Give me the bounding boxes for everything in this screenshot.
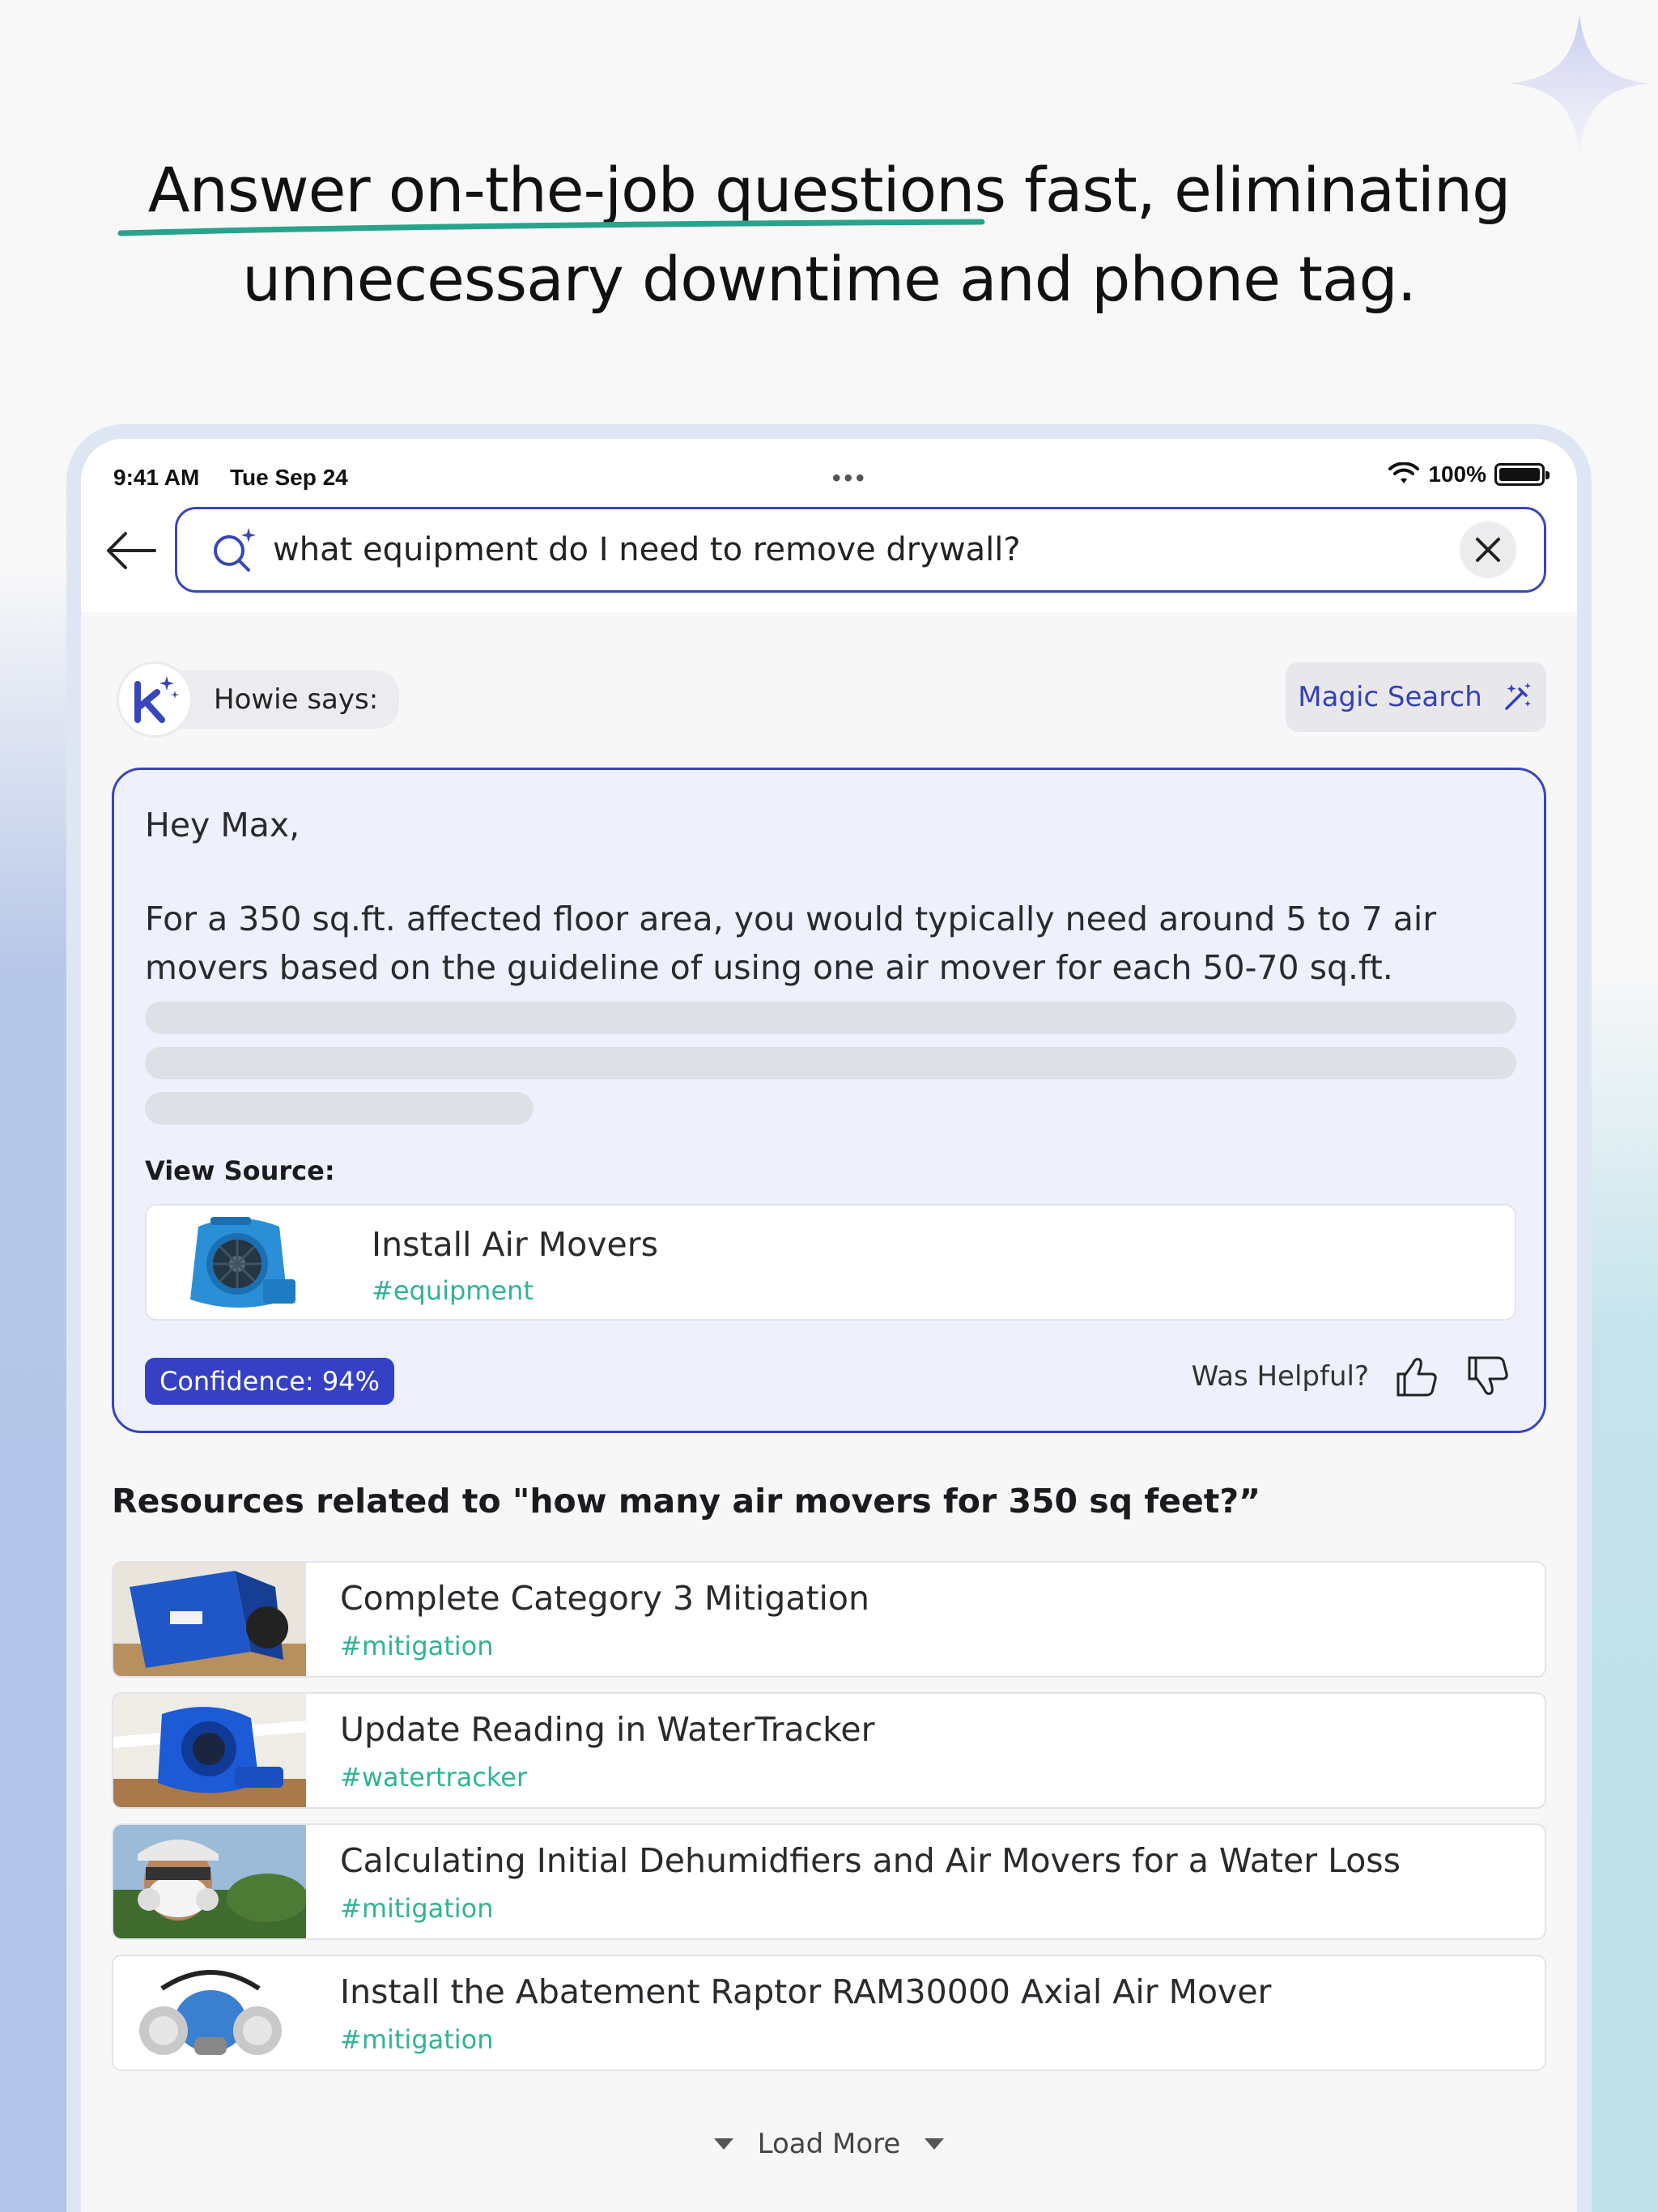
magic-search-button[interactable]: Magic Search: [1286, 662, 1546, 732]
resource-item[interactable]: Calculating Initial Dehumidfiers and Air…: [112, 1823, 1546, 1940]
resource-tag[interactable]: #mitigation: [340, 2024, 494, 2055]
brush-underline: [117, 219, 985, 236]
magic-wand-icon: [1505, 683, 1531, 710]
was-helpful-label: Was Helpful?: [1191, 1360, 1369, 1393]
resource-title: Calculating Initial Dehumidfiers and Air…: [340, 1841, 1401, 1880]
magic-search-label: Magic Search: [1298, 681, 1482, 713]
headline-line-2: unnecessary downtime and phone tag.: [242, 243, 1417, 315]
source-tag[interactable]: #equipment: [372, 1275, 534, 1306]
resource-title: Update Reading in WaterTracker: [340, 1710, 875, 1749]
feedback-row: Was Helpful?: [1192, 1353, 1511, 1400]
loading-skeleton-line: [145, 1092, 534, 1125]
status-time: 9:41 AM: [113, 465, 200, 490]
respirator-mask-thumbnail: [113, 1956, 306, 2069]
battery-percent: 100%: [1428, 462, 1486, 487]
blue-dehumidifier-thumbnail: [113, 1563, 306, 1676]
chevron-down-icon: [713, 2138, 733, 2150]
resource-item[interactable]: Install the Abatement Raptor RAM30000 Ax…: [112, 1955, 1546, 2071]
status-right: 100%: [1388, 462, 1550, 487]
app-screen: 9:41 AM Tue Sep 24 ••• 100% what equipme…: [81, 439, 1577, 2212]
ai-search-icon: [214, 528, 256, 572]
source-card[interactable]: Install Air Movers #equipment: [145, 1204, 1516, 1321]
status-date: Tue Sep 24: [230, 465, 348, 490]
back-arrow-icon[interactable]: [100, 520, 162, 581]
chevron-down-icon: [925, 2138, 945, 2150]
howie-says-label: Howie says:: [173, 670, 400, 729]
howie-logo-icon: [134, 676, 179, 723]
top-bar: 9:41 AM Tue Sep 24 ••• 100%: [81, 439, 1577, 612]
headline: Answer on-the-job questions fast, elimin…: [0, 146, 1658, 324]
loading-skeleton-line: [145, 1047, 1516, 1079]
worker-respirator-thumbnail: [113, 1825, 306, 1938]
resource-tag[interactable]: #mitigation: [340, 1893, 494, 1924]
multitasking-dots-icon[interactable]: •••: [832, 465, 868, 492]
related-resources-list: Complete Category 3 Mitigation #mitigati…: [112, 1561, 1546, 2086]
close-icon: [1476, 538, 1500, 562]
resource-tag[interactable]: #mitigation: [340, 1631, 494, 1661]
search-bar[interactable]: [175, 507, 1546, 593]
resource-item[interactable]: Complete Category 3 Mitigation #mitigati…: [112, 1561, 1546, 1678]
headline-line-1: Answer on-the-job questions fast, elimin…: [0, 146, 1658, 236]
thumbs-down-icon[interactable]: [1465, 1353, 1511, 1400]
blue-air-mover-thumbnail: [113, 1694, 306, 1807]
assistant-header: Howie says:: [117, 661, 400, 738]
loading-skeleton-line: [145, 1002, 1516, 1034]
air-mover-thumbnail: [166, 1210, 312, 1319]
related-resources-title: Resources related to "how many air mover…: [112, 1482, 1261, 1521]
view-source-label: View Source:: [145, 1155, 335, 1186]
resource-item[interactable]: Update Reading in WaterTracker #watertra…: [112, 1692, 1546, 1809]
source-title: Install Air Movers: [372, 1225, 658, 1264]
load-more-label: Load More: [757, 2128, 901, 2160]
answer-body-line-1: For a 350 sq.ft. affected floor area, yo…: [145, 900, 1437, 938]
howie-avatar: [117, 661, 193, 738]
headline-underlined-phrase: Answer on-the-job questions: [117, 146, 1006, 236]
battery-icon: [1494, 463, 1550, 486]
resource-title: Complete Category 3 Mitigation: [340, 1579, 869, 1618]
resource-title: Install the Abatement Raptor RAM30000 Ax…: [340, 1972, 1272, 2011]
load-more-button[interactable]: Load More: [81, 2128, 1577, 2160]
resource-tag[interactable]: #watertracker: [340, 1762, 527, 1793]
status-bar: 9:41 AM Tue Sep 24 ••• 100%: [113, 452, 1550, 496]
headline-rest-text: fast, eliminating: [1005, 154, 1511, 226]
clear-search-button[interactable]: [1460, 521, 1516, 578]
answer-card: Hey Max, For a 350 sq.ft. affected floor…: [112, 768, 1546, 1433]
confidence-badge: Confidence: 94%: [145, 1358, 394, 1405]
answer-body-line-2: movers based on the guideline of using o…: [145, 948, 1393, 987]
thumbs-up-icon[interactable]: [1393, 1353, 1440, 1400]
wifi-icon: [1388, 462, 1420, 483]
answer-greeting: Hey Max,: [145, 806, 300, 844]
search-input[interactable]: [273, 531, 1460, 568]
sparkle-decoration-icon: [1511, 15, 1648, 152]
